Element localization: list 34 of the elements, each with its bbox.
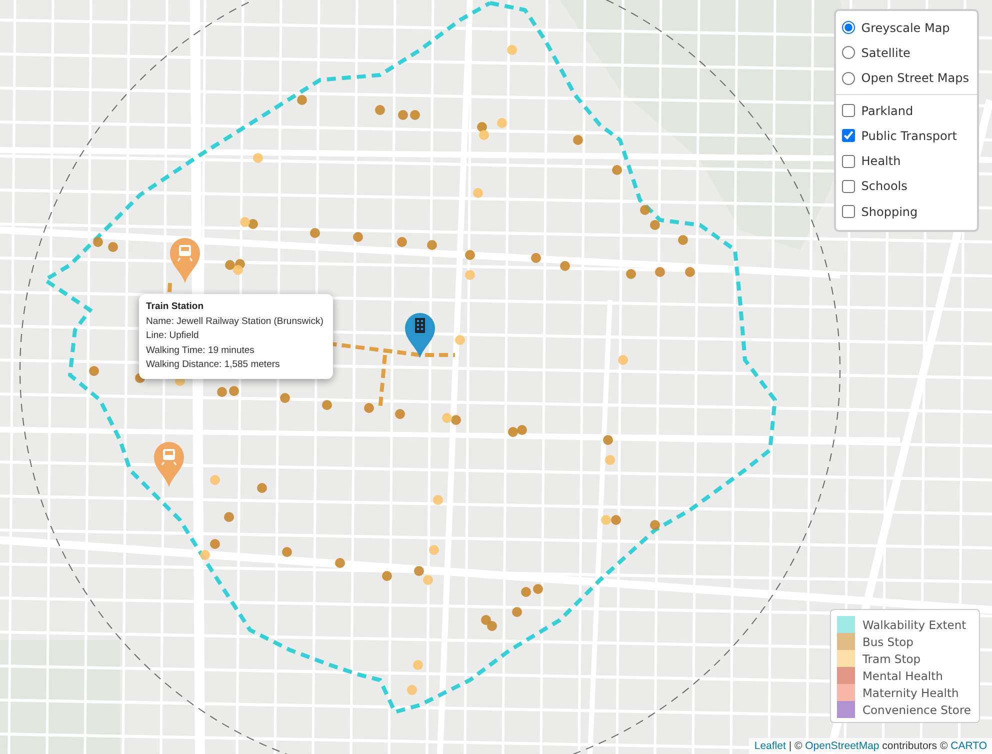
overlay-label[interactable]: Parkland xyxy=(861,104,914,118)
base-layer-label[interactable]: Satellite xyxy=(861,46,910,60)
legend-label: Walkability Extent xyxy=(862,618,966,632)
base-layer-label[interactable]: Open Street Maps xyxy=(861,71,969,86)
popup-detail: Name: Jewell Railway Station (Brunswick) xyxy=(146,314,324,328)
base-layer-radio[interactable] xyxy=(842,72,856,85)
overlay-label[interactable]: Health xyxy=(861,154,901,168)
attribution-link[interactable]: Leaflet xyxy=(754,740,786,752)
train-station-marker[interactable] xyxy=(154,442,184,487)
legend-label: Maternity Health xyxy=(862,686,959,700)
train-station-marker[interactable] xyxy=(170,238,200,283)
overlay-checkbox[interactable] xyxy=(842,205,856,218)
base-layer-radio[interactable] xyxy=(842,46,856,60)
attribution-link[interactable]: CARTO xyxy=(950,740,987,752)
building-location-marker[interactable] xyxy=(405,313,435,358)
overlay-checkbox[interactable] xyxy=(842,129,856,142)
popup-detail: Line: Upfield xyxy=(146,329,200,343)
overlay-checkbox[interactable] xyxy=(842,154,856,168)
base-layer-label[interactable]: Greyscale Map xyxy=(861,20,950,35)
legend-label: Tram Stop xyxy=(862,652,921,666)
legend-label: Mental Health xyxy=(862,668,943,682)
overlay-label[interactable]: Shopping xyxy=(861,204,918,219)
popup-detail: Walking Distance: 1,585 meters xyxy=(146,358,281,372)
overlay-label[interactable]: Schools xyxy=(861,179,908,194)
popup-detail: Walking Time: 19 minutes xyxy=(146,344,256,358)
base-layer-radio[interactable] xyxy=(842,21,856,34)
popup-title: Train Station xyxy=(146,300,205,314)
overlay-label[interactable]: Public Transport xyxy=(861,128,957,143)
attribution-link[interactable]: OpenStreetMap xyxy=(805,740,880,752)
attribution-text: Leaflet | © OpenStreetMap contributors © CARTO xyxy=(754,740,987,752)
overlay-checkbox[interactable] xyxy=(842,180,856,193)
legend-label: Convenience Store xyxy=(862,702,971,716)
legend-label: Bus Stop xyxy=(862,634,914,648)
overlay-checkbox[interactable] xyxy=(842,104,856,118)
